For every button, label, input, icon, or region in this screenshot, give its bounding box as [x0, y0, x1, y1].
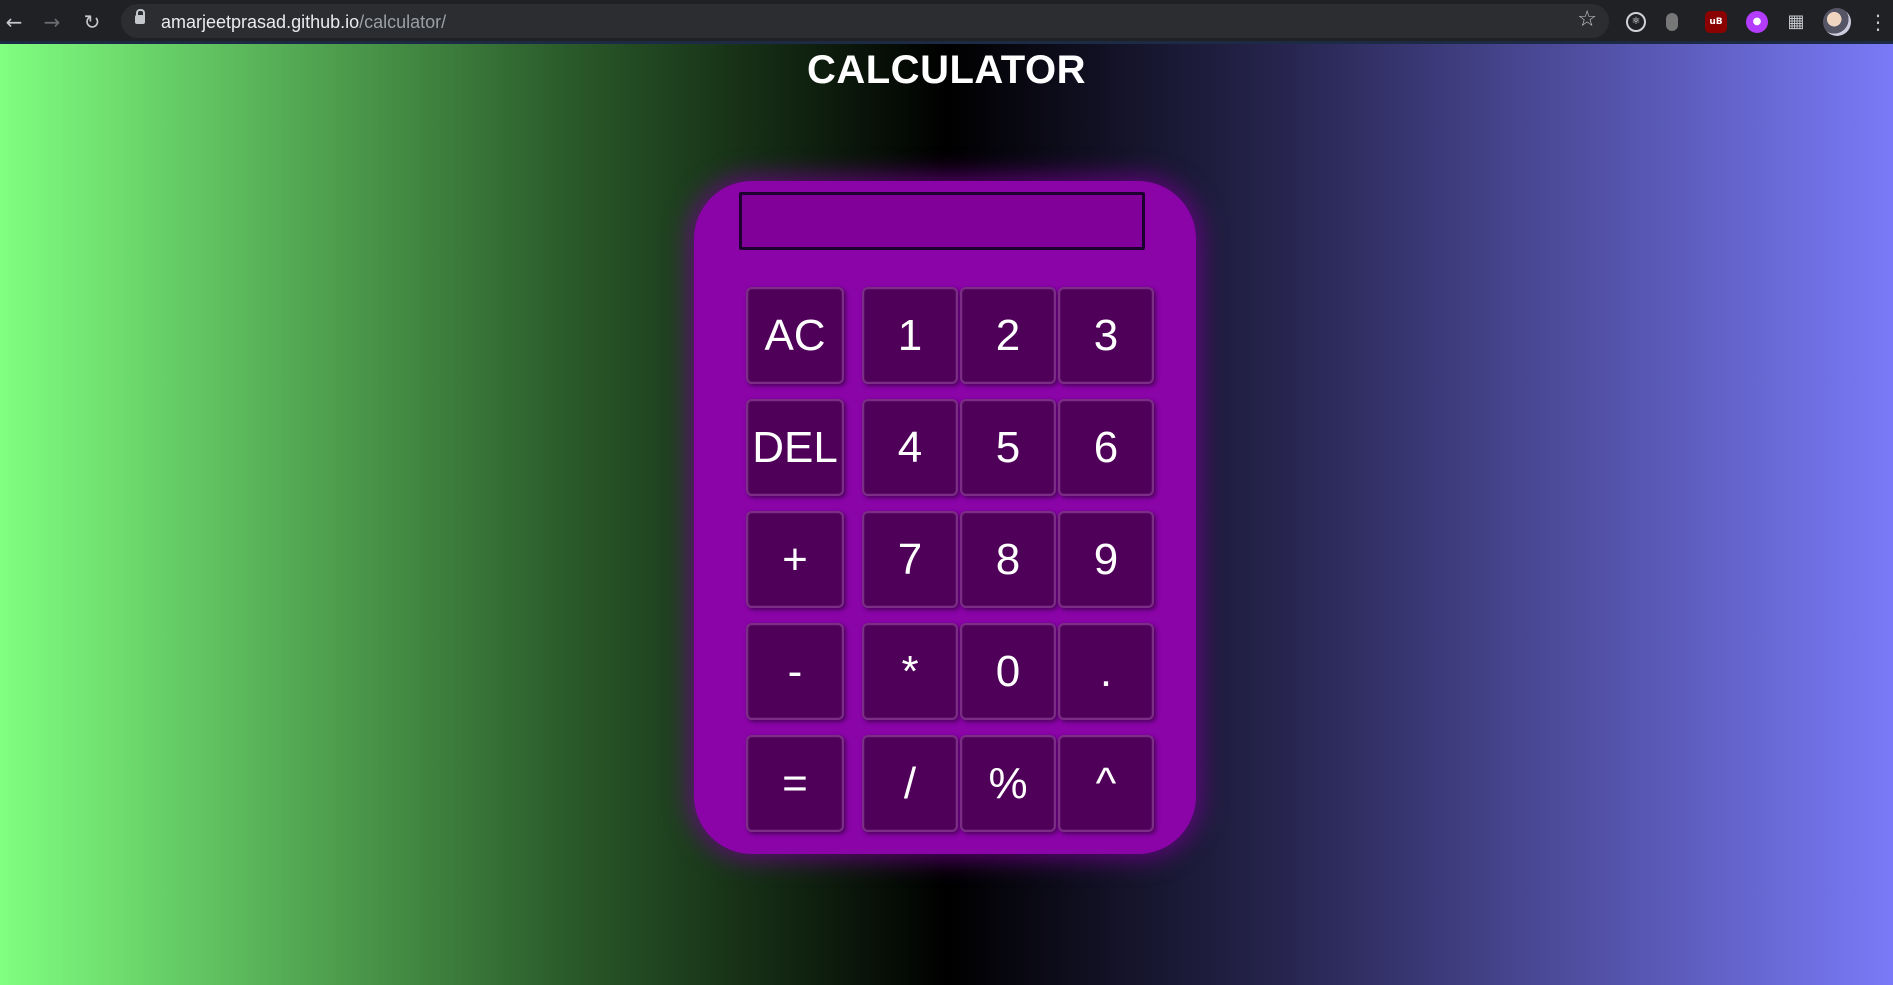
digit-1-button[interactable]: 1	[862, 287, 958, 384]
forward-arrow-icon[interactable]: →	[38, 8, 66, 36]
decimal-button[interactable]: .	[1058, 623, 1154, 720]
purple-extension-icon[interactable]: ●	[1746, 11, 1768, 33]
mouse-extension-icon[interactable]	[1666, 13, 1678, 31]
percent-button[interactable]: %	[960, 735, 1056, 832]
divide-button[interactable]: /	[862, 735, 958, 832]
profile-avatar[interactable]	[1823, 8, 1851, 36]
equals-button[interactable]: =	[746, 735, 844, 832]
puzzle-extensions-icon[interactable]: ▦	[1785, 11, 1807, 33]
all-clear-button[interactable]: AC	[746, 287, 844, 384]
plus-button[interactable]: +	[746, 511, 844, 608]
digit-2-button[interactable]: 2	[960, 287, 1056, 384]
digit-8-button[interactable]: 8	[960, 511, 1056, 608]
digit-7-button[interactable]: 7	[862, 511, 958, 608]
delete-button[interactable]: DEL	[746, 399, 844, 496]
lock-icon[interactable]	[135, 9, 145, 24]
browser-toolbar: ← → ↻ amarjeetprasad.github.io/calculato…	[0, 0, 1893, 44]
ublock-icon[interactable]: uB	[1705, 11, 1727, 33]
digit-3-button[interactable]: 3	[1058, 287, 1154, 384]
reload-icon[interactable]: ↻	[78, 8, 106, 36]
minus-button[interactable]: -	[746, 623, 844, 720]
react-devtools-icon[interactable]: ⚛	[1626, 12, 1646, 32]
back-arrow-icon[interactable]: ←	[0, 8, 28, 36]
page-title: CALCULATOR	[806, 48, 1087, 92]
address-bar[interactable]: amarjeetprasad.github.io/calculator/ ☆	[121, 4, 1609, 38]
multiply-button[interactable]: *	[862, 623, 958, 720]
url-host: amarjeetprasad.github.io	[161, 12, 360, 32]
page-background: CALCULATOR AC 1 2 3 DEL 4 5 6 +7 8 9 - * 0. = /% ^	[0, 44, 1893, 985]
star-icon[interactable]: ☆	[1577, 7, 1597, 32]
digit-9-button[interactable]: 9	[1058, 511, 1154, 608]
digit-5-button[interactable]: 5	[960, 399, 1056, 496]
calculator-body: AC 1 2 3 DEL 4 5 6 +7 8 9 - * 0. = /% ^	[694, 181, 1196, 854]
url-path: /calculator/	[359, 12, 447, 32]
digit-4-button[interactable]: 4	[862, 399, 958, 496]
digit-6-button[interactable]: 6	[1058, 399, 1154, 496]
digit-0-button[interactable]: 0	[960, 623, 1056, 720]
kebab-menu-icon[interactable]: ⋮	[1868, 9, 1888, 35]
power-button[interactable]: ^	[1058, 735, 1154, 832]
calculator-display[interactable]	[739, 192, 1145, 250]
url-text[interactable]: amarjeetprasad.github.io/calculator/	[161, 12, 446, 33]
